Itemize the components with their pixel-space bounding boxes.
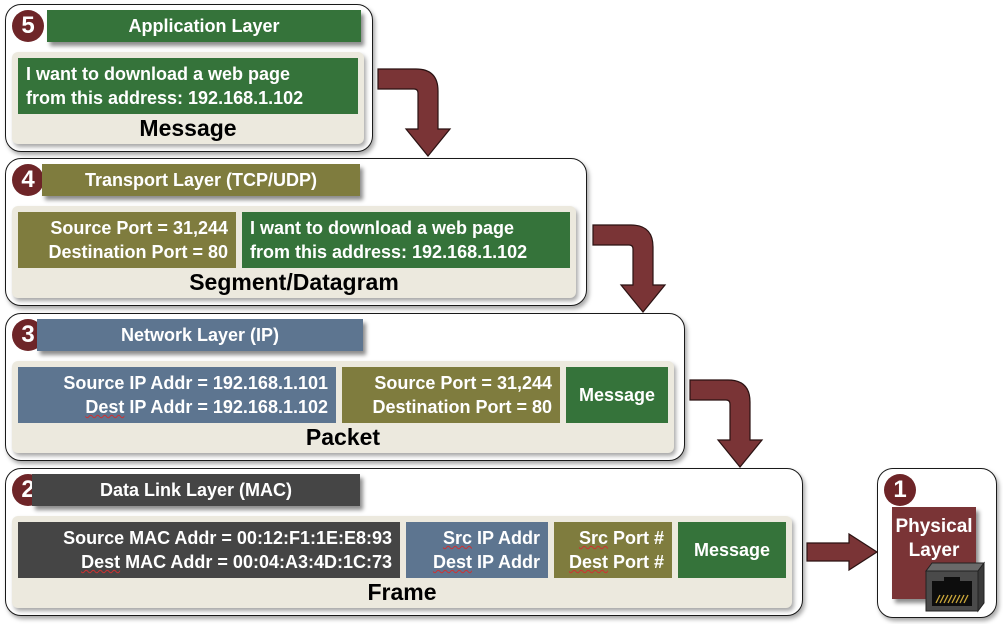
src-ip-text: IP Addr	[471, 528, 540, 548]
dest-word: Dest	[85, 397, 125, 417]
transport-layer-title: Transport Layer (TCP/UDP)	[42, 164, 360, 196]
destination-port-text: Destination Port = 80	[372, 397, 552, 417]
dest-word: Dest	[432, 552, 472, 572]
src-port-line: Src Port #	[579, 526, 664, 550]
destination-port-text: Destination Port = 80	[48, 242, 228, 262]
src-word: Src	[442, 528, 472, 548]
message-text: Message	[578, 385, 656, 405]
dest-mac-line: Dest MAC Addr = 00:04:A3:4D:1C:73	[81, 550, 392, 574]
mac-header-field: Source MAC Addr = 00:12:F1:1E:E8:93 Dest…	[18, 522, 400, 578]
message-text-line2: from this address: 192.168.1.102	[250, 242, 528, 262]
dest-ip-text: IP Addr	[471, 552, 540, 572]
src-ip-line: Src IP Addr	[443, 526, 540, 550]
source-port-text: Source Port = 31,244	[50, 218, 228, 238]
message-field: I want to download a web page from this …	[18, 58, 358, 114]
port-header-field: Source Port = 31,244 Destination Port = …	[342, 367, 560, 423]
message-text: Message	[693, 540, 771, 560]
dest-word: Dest	[568, 552, 608, 572]
packet-tray: Source IP Addr = 192.168.1.101 Dest IP A…	[12, 361, 674, 453]
dest-ip-text: IP Addr = 192.168.1.102	[124, 397, 328, 417]
datalink-layer-box: 2 Data Link Layer (MAC) Source MAC Addr …	[5, 468, 803, 616]
pdu-label-frame: Frame	[367, 579, 437, 605]
dest-mac-text: MAC Addr = 00:04:A3:4D:1C:73	[120, 552, 392, 572]
port-header-field: Source Port = 31,244 Destination Port = …	[18, 212, 236, 268]
down-arrow-3-to-2	[689, 379, 764, 468]
src-word: Src	[578, 528, 608, 548]
down-arrow-4-to-3	[592, 224, 667, 313]
message-text-line1: I want to download a web page	[26, 64, 291, 84]
pdu-label-packet: Packet	[305, 424, 381, 450]
down-arrow-5-to-4	[377, 68, 452, 157]
message-field: Message	[678, 522, 786, 578]
network-layer-title: Network Layer (IP)	[37, 319, 363, 351]
src-port-text: Port #	[607, 528, 664, 548]
source-port-text: Source Port = 31,244	[374, 373, 552, 393]
application-layer-title: Application Layer	[47, 10, 361, 42]
physical-layer-box: 1 Physical Layer	[877, 468, 997, 618]
dest-word: Dest	[81, 552, 121, 572]
pdu-label-message: Message	[139, 115, 237, 141]
pdu-label-segment: Segment/Datagram	[189, 269, 399, 295]
layer-number-badge: 5	[12, 10, 44, 42]
application-layer-box: 5 Application Layer I want to download a…	[5, 4, 373, 152]
message-field: Message	[566, 367, 668, 423]
physical-title-line2: Layer	[908, 540, 960, 561]
layer-number-badge: 1	[884, 474, 916, 506]
ip-header-field: Src IP Addr Dest IP Addr	[406, 522, 548, 578]
message-text-line2: from this address: 192.168.1.102	[26, 88, 304, 108]
message-tray: I want to download a web page from this …	[12, 52, 364, 144]
message-field: I want to download a web page from this …	[242, 212, 570, 268]
segment-tray: Source Port = 31,244 Destination Port = …	[12, 206, 576, 298]
source-mac-text: Source MAC Addr = 00:12:F1:1E:E8:93	[63, 528, 392, 548]
right-arrow-2-to-1	[806, 532, 879, 572]
dest-ip-line: Dest IP Addr = 192.168.1.102	[85, 395, 328, 419]
network-layer-box: 3 Network Layer (IP) Source IP Addr = 19…	[5, 313, 685, 461]
dest-port-text: Port #	[607, 552, 664, 572]
ip-header-field: Source IP Addr = 192.168.1.101 Dest IP A…	[18, 367, 336, 423]
dest-port-line: Dest Port #	[569, 550, 664, 574]
layer-number-badge: 4	[12, 164, 44, 196]
message-text-line1: I want to download a web page	[250, 218, 515, 238]
ethernet-port-icon	[925, 561, 985, 613]
dest-ip-line: Dest IP Addr	[433, 550, 540, 574]
datalink-layer-title: Data Link Layer (MAC)	[32, 474, 360, 506]
transport-layer-box: 4 Transport Layer (TCP/UDP) Source Port …	[5, 158, 587, 306]
frame-tray: Source MAC Addr = 00:12:F1:1E:E8:93 Dest…	[12, 516, 792, 608]
port-header-field: Src Port # Dest Port #	[554, 522, 672, 578]
physical-title-line1: Physical	[895, 516, 973, 537]
source-ip-text: Source IP Addr = 192.168.1.101	[63, 373, 328, 393]
